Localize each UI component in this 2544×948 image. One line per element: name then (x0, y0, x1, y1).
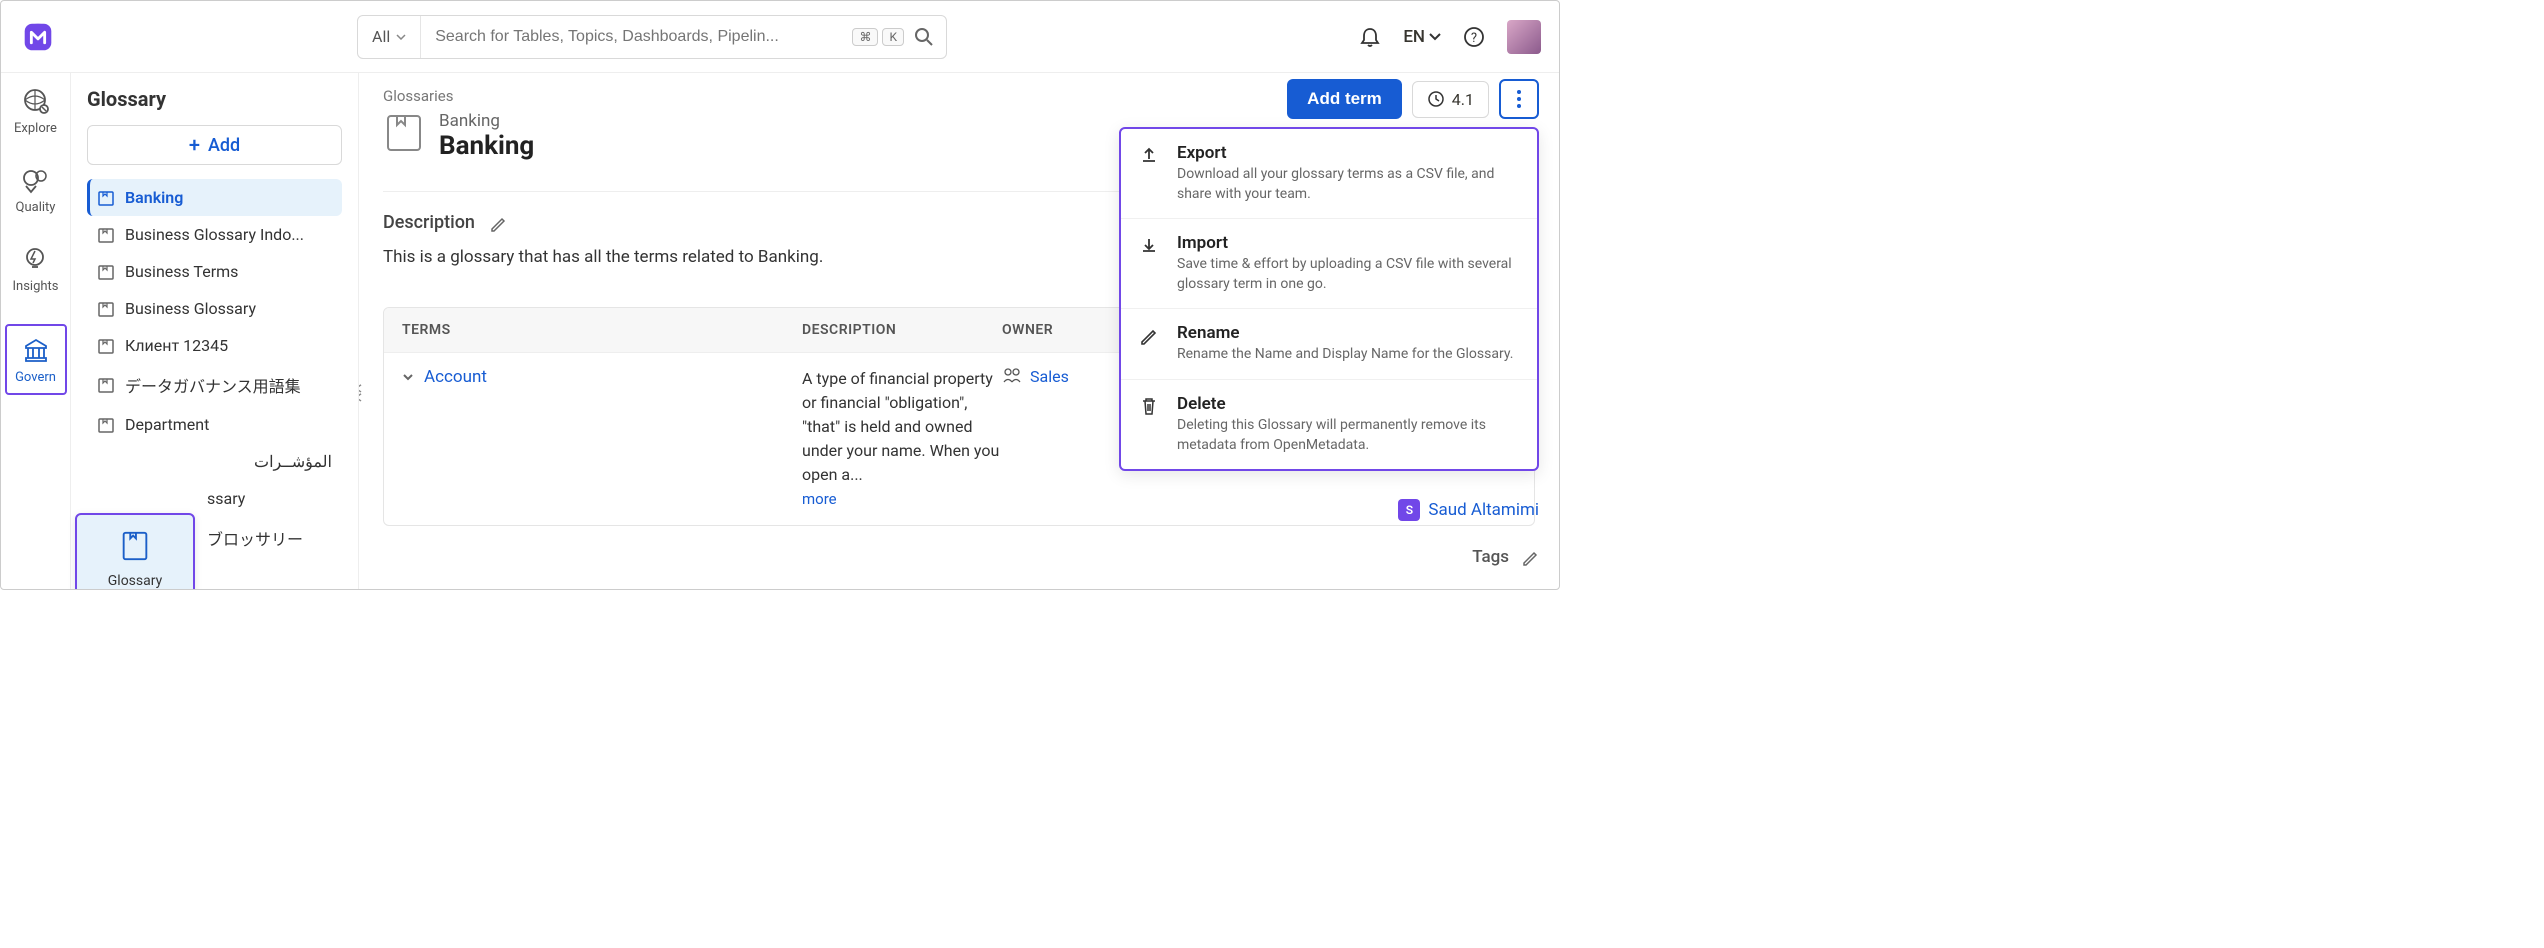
collapse-panel-icon[interactable] (359, 383, 365, 403)
topbar: All ⌘ K EN ? (1, 1, 1559, 73)
glossary-sidebar: Glossary + Add Banking Business Glossary… (71, 73, 359, 589)
left-nav: Explore Quality Insights Govern (1, 73, 71, 589)
expand-icon[interactable] (402, 371, 414, 383)
nav-insights[interactable]: Insights (12, 245, 58, 294)
term-link[interactable]: Account (424, 367, 487, 387)
menu-import[interactable]: Import Save time & effort by uploading a… (1121, 219, 1537, 309)
help-icon[interactable]: ? (1463, 26, 1485, 48)
chevron-down-icon (396, 34, 406, 40)
nav-quality[interactable]: Quality (16, 166, 56, 215)
search-shortcut: ⌘ K (852, 28, 904, 46)
folder-icon (97, 226, 115, 244)
glossary-item[interactable]: Department (87, 406, 342, 443)
folder-icon (97, 300, 115, 318)
export-icon (1139, 145, 1161, 204)
search-bar: All ⌘ K (357, 15, 947, 59)
book-icon (118, 529, 152, 563)
language-label: EN (1403, 27, 1425, 47)
search-filter-dropdown[interactable]: All (358, 16, 421, 58)
nav-govern[interactable]: Govern (5, 324, 67, 395)
notifications-icon[interactable] (1359, 26, 1381, 48)
language-switcher[interactable]: EN (1403, 27, 1441, 47)
folder-icon (97, 189, 115, 207)
glossary-item[interactable]: Business Glossary Indo... (87, 216, 342, 253)
more-link[interactable]: more (802, 490, 837, 508)
tags-section: Tags (1472, 547, 1539, 567)
add-term-button[interactable]: Add term (1287, 79, 1402, 119)
search-filter-label: All (372, 27, 390, 46)
glossary-item-banking[interactable]: Banking (87, 179, 342, 216)
history-icon (1427, 90, 1445, 108)
app-logo[interactable] (19, 18, 57, 56)
edit-icon[interactable] (489, 214, 507, 232)
header-subtitle: Banking (439, 111, 534, 131)
search-input[interactable] (421, 28, 852, 46)
import-icon (1139, 235, 1161, 294)
add-glossary-button[interactable]: + Add (87, 125, 342, 165)
more-actions-menu: Export Download all your glossary terms … (1119, 127, 1539, 471)
glossary-item[interactable]: Business Terms (87, 253, 342, 290)
folder-icon (97, 337, 115, 355)
kebab-icon (1517, 90, 1521, 108)
user-avatar[interactable] (1507, 20, 1541, 54)
version-button[interactable]: 4.1 (1412, 81, 1489, 118)
header-actions: Add term 4.1 (1287, 79, 1539, 119)
folder-icon (97, 376, 115, 394)
glossary-item[interactable]: データガバナンス用語集 (87, 364, 342, 406)
tags-label: Tags (1472, 547, 1509, 567)
rename-icon (1139, 325, 1161, 365)
svg-text:?: ? (1471, 31, 1477, 46)
sidebar-title: Glossary (87, 87, 342, 111)
search-icon[interactable] (914, 27, 934, 47)
page-title: Banking (439, 131, 534, 161)
glossary-item[interactable]: Business Glossary (87, 290, 342, 327)
edit-icon[interactable] (1521, 548, 1539, 566)
user-badge: S (1398, 499, 1420, 521)
chevron-down-icon (1429, 33, 1441, 41)
reviewer-name[interactable]: Saud Altamimi (1428, 500, 1539, 520)
glossary-item[interactable]: ssary (87, 480, 342, 517)
nav-explore[interactable]: Explore (14, 87, 57, 136)
owner-link[interactable]: Sales (1030, 367, 1069, 386)
term-description: A type of financial property or financia… (802, 369, 999, 484)
glossary-icon (383, 111, 425, 153)
menu-delete[interactable]: Delete Deleting this Glossary will perma… (1121, 380, 1537, 469)
glossary-item[interactable]: المؤشــرات (87, 443, 342, 480)
glossary-tooltip[interactable]: Glossary (75, 513, 195, 589)
team-icon (1002, 367, 1022, 383)
delete-icon (1139, 396, 1161, 455)
menu-rename[interactable]: Rename Rename the Name and Display Name … (1121, 309, 1537, 380)
folder-icon (97, 263, 115, 281)
glossary-tooltip-label: Glossary (108, 573, 162, 589)
main-content: Glossaries Banking Banking Description T… (359, 73, 1559, 589)
reviewer-row[interactable]: S Saud Altamimi (1398, 499, 1539, 521)
glossary-item[interactable]: Клиент 12345 (87, 327, 342, 364)
folder-icon (97, 416, 115, 434)
more-actions-button[interactable] (1499, 79, 1539, 119)
glossary-list: Banking Business Glossary Indo... Busine… (87, 179, 342, 559)
menu-export[interactable]: Export Download all your glossary terms … (1121, 129, 1537, 219)
